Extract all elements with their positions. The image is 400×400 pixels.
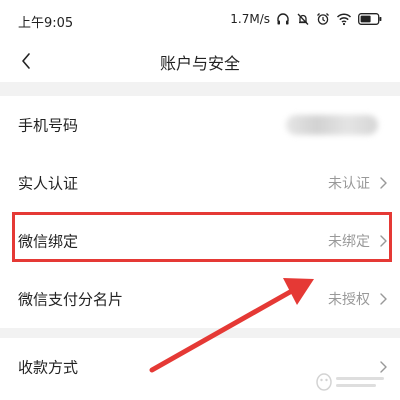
row-label: 手机号码 xyxy=(18,116,79,135)
row-value: 未绑定 xyxy=(328,234,370,250)
bell-muted-icon xyxy=(297,13,309,25)
row-label: 收款方式 xyxy=(18,358,79,377)
headphones-icon xyxy=(277,13,289,25)
nav-bar: 账户与安全 xyxy=(0,40,400,82)
row-real-name-auth[interactable]: 实人认证 未认证 xyxy=(0,154,400,212)
settings-list: 手机号码 实人认证 未认证 微信绑定 未绑定 微信支付分名片 未授权 xyxy=(0,96,400,328)
row-wechat-pay-score[interactable]: 微信支付分名片 未授权 xyxy=(0,270,400,328)
row-value: 未认证 xyxy=(328,176,370,192)
chevron-right-icon xyxy=(378,292,388,306)
page-title: 账户与安全 xyxy=(159,54,240,73)
row-label: 微信支付分名片 xyxy=(18,290,124,309)
status-bar: 上午9:05 1.7M/s xyxy=(0,0,400,40)
chevron-right-icon xyxy=(378,234,388,248)
watermark-logo xyxy=(316,373,384,391)
row-phone-number[interactable]: 手机号码 xyxy=(0,96,400,154)
network-speed: 1.7M/s xyxy=(230,12,270,26)
chevron-right-icon xyxy=(378,176,388,190)
row-value: 未授权 xyxy=(328,292,370,308)
wifi-icon xyxy=(336,13,352,26)
status-time: 上午9:05 xyxy=(18,16,74,31)
alarm-icon xyxy=(317,13,329,25)
phone-number-blurred xyxy=(286,115,378,135)
row-wechat-binding[interactable]: 微信绑定 未绑定 xyxy=(0,212,400,270)
row-label: 微信绑定 xyxy=(18,232,79,251)
row-label: 实人认证 xyxy=(18,174,79,193)
status-icons: 1.7M/s xyxy=(230,11,382,27)
battery-icon xyxy=(358,13,382,25)
